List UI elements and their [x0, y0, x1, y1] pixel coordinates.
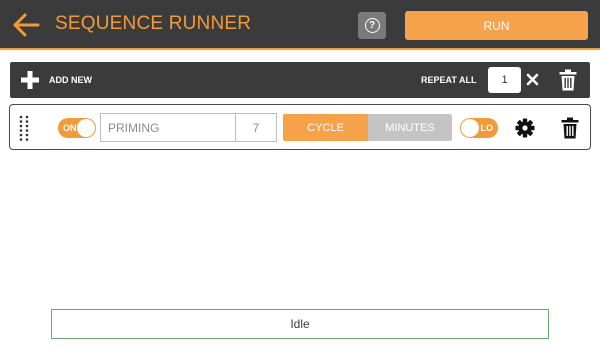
toggle-knob — [77, 119, 95, 137]
status-text: Idle — [290, 317, 310, 331]
power-toggle[interactable]: LO — [460, 118, 498, 138]
step-count-input[interactable]: 7 — [235, 113, 277, 142]
gear-icon[interactable] — [515, 118, 535, 138]
question-circle-icon: ? — [364, 18, 380, 33]
arrow-left-icon[interactable] — [12, 11, 40, 39]
repeat-all-input[interactable] — [488, 67, 521, 93]
x-icon[interactable] — [526, 73, 539, 86]
trash-icon[interactable] — [559, 69, 577, 91]
run-button[interactable]: RUN — [405, 11, 588, 40]
status-bar: Idle — [51, 309, 549, 339]
add-new-button[interactable]: ADD NEW — [49, 75, 92, 85]
help-button[interactable]: ? — [358, 12, 386, 39]
mode-minutes-button[interactable]: MINUTES — [368, 114, 452, 141]
sequence-row: ON PRIMING 7 CYCLE MINUTES LO — [9, 104, 591, 150]
enabled-toggle[interactable]: ON — [58, 118, 96, 138]
sequence-toolbar: ADD NEW REPEAT ALL — [10, 62, 590, 98]
app-header: SEQUENCE RUNNER ? RUN — [0, 0, 600, 50]
step-name-input[interactable]: PRIMING — [100, 113, 241, 142]
trash-icon[interactable] — [561, 117, 579, 139]
toggle-knob — [461, 119, 479, 137]
page-title: SEQUENCE RUNNER — [55, 13, 252, 34]
drag-handle-icon[interactable] — [18, 115, 30, 141]
plus-icon[interactable] — [20, 70, 40, 90]
toggle-label: ON — [63, 123, 77, 133]
mode-cycle-button[interactable]: CYCLE — [283, 114, 368, 141]
repeat-all-label: REPEAT ALL — [421, 75, 477, 85]
toggle-label: LO — [480, 123, 494, 133]
